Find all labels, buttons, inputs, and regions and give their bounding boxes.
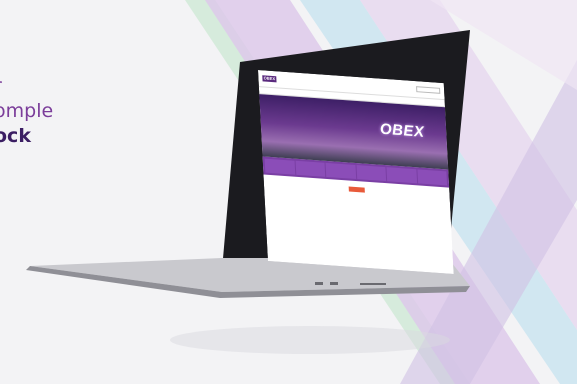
site-hero-title: OBEX (379, 120, 425, 141)
site-tile (295, 160, 326, 177)
site-logo: OBEX (262, 75, 277, 83)
site-tile (416, 169, 448, 186)
embedded-website: OBEX OBEX (258, 70, 454, 275)
site-tile (325, 162, 356, 180)
site-search-box (416, 86, 441, 94)
site-tile (264, 158, 295, 175)
site-tile (355, 165, 387, 182)
laptop-screen: OBEX OBEX (258, 70, 454, 275)
site-cta-button (348, 186, 365, 193)
site-tile (386, 167, 417, 184)
site-hero-banner: OBEX (259, 94, 449, 170)
